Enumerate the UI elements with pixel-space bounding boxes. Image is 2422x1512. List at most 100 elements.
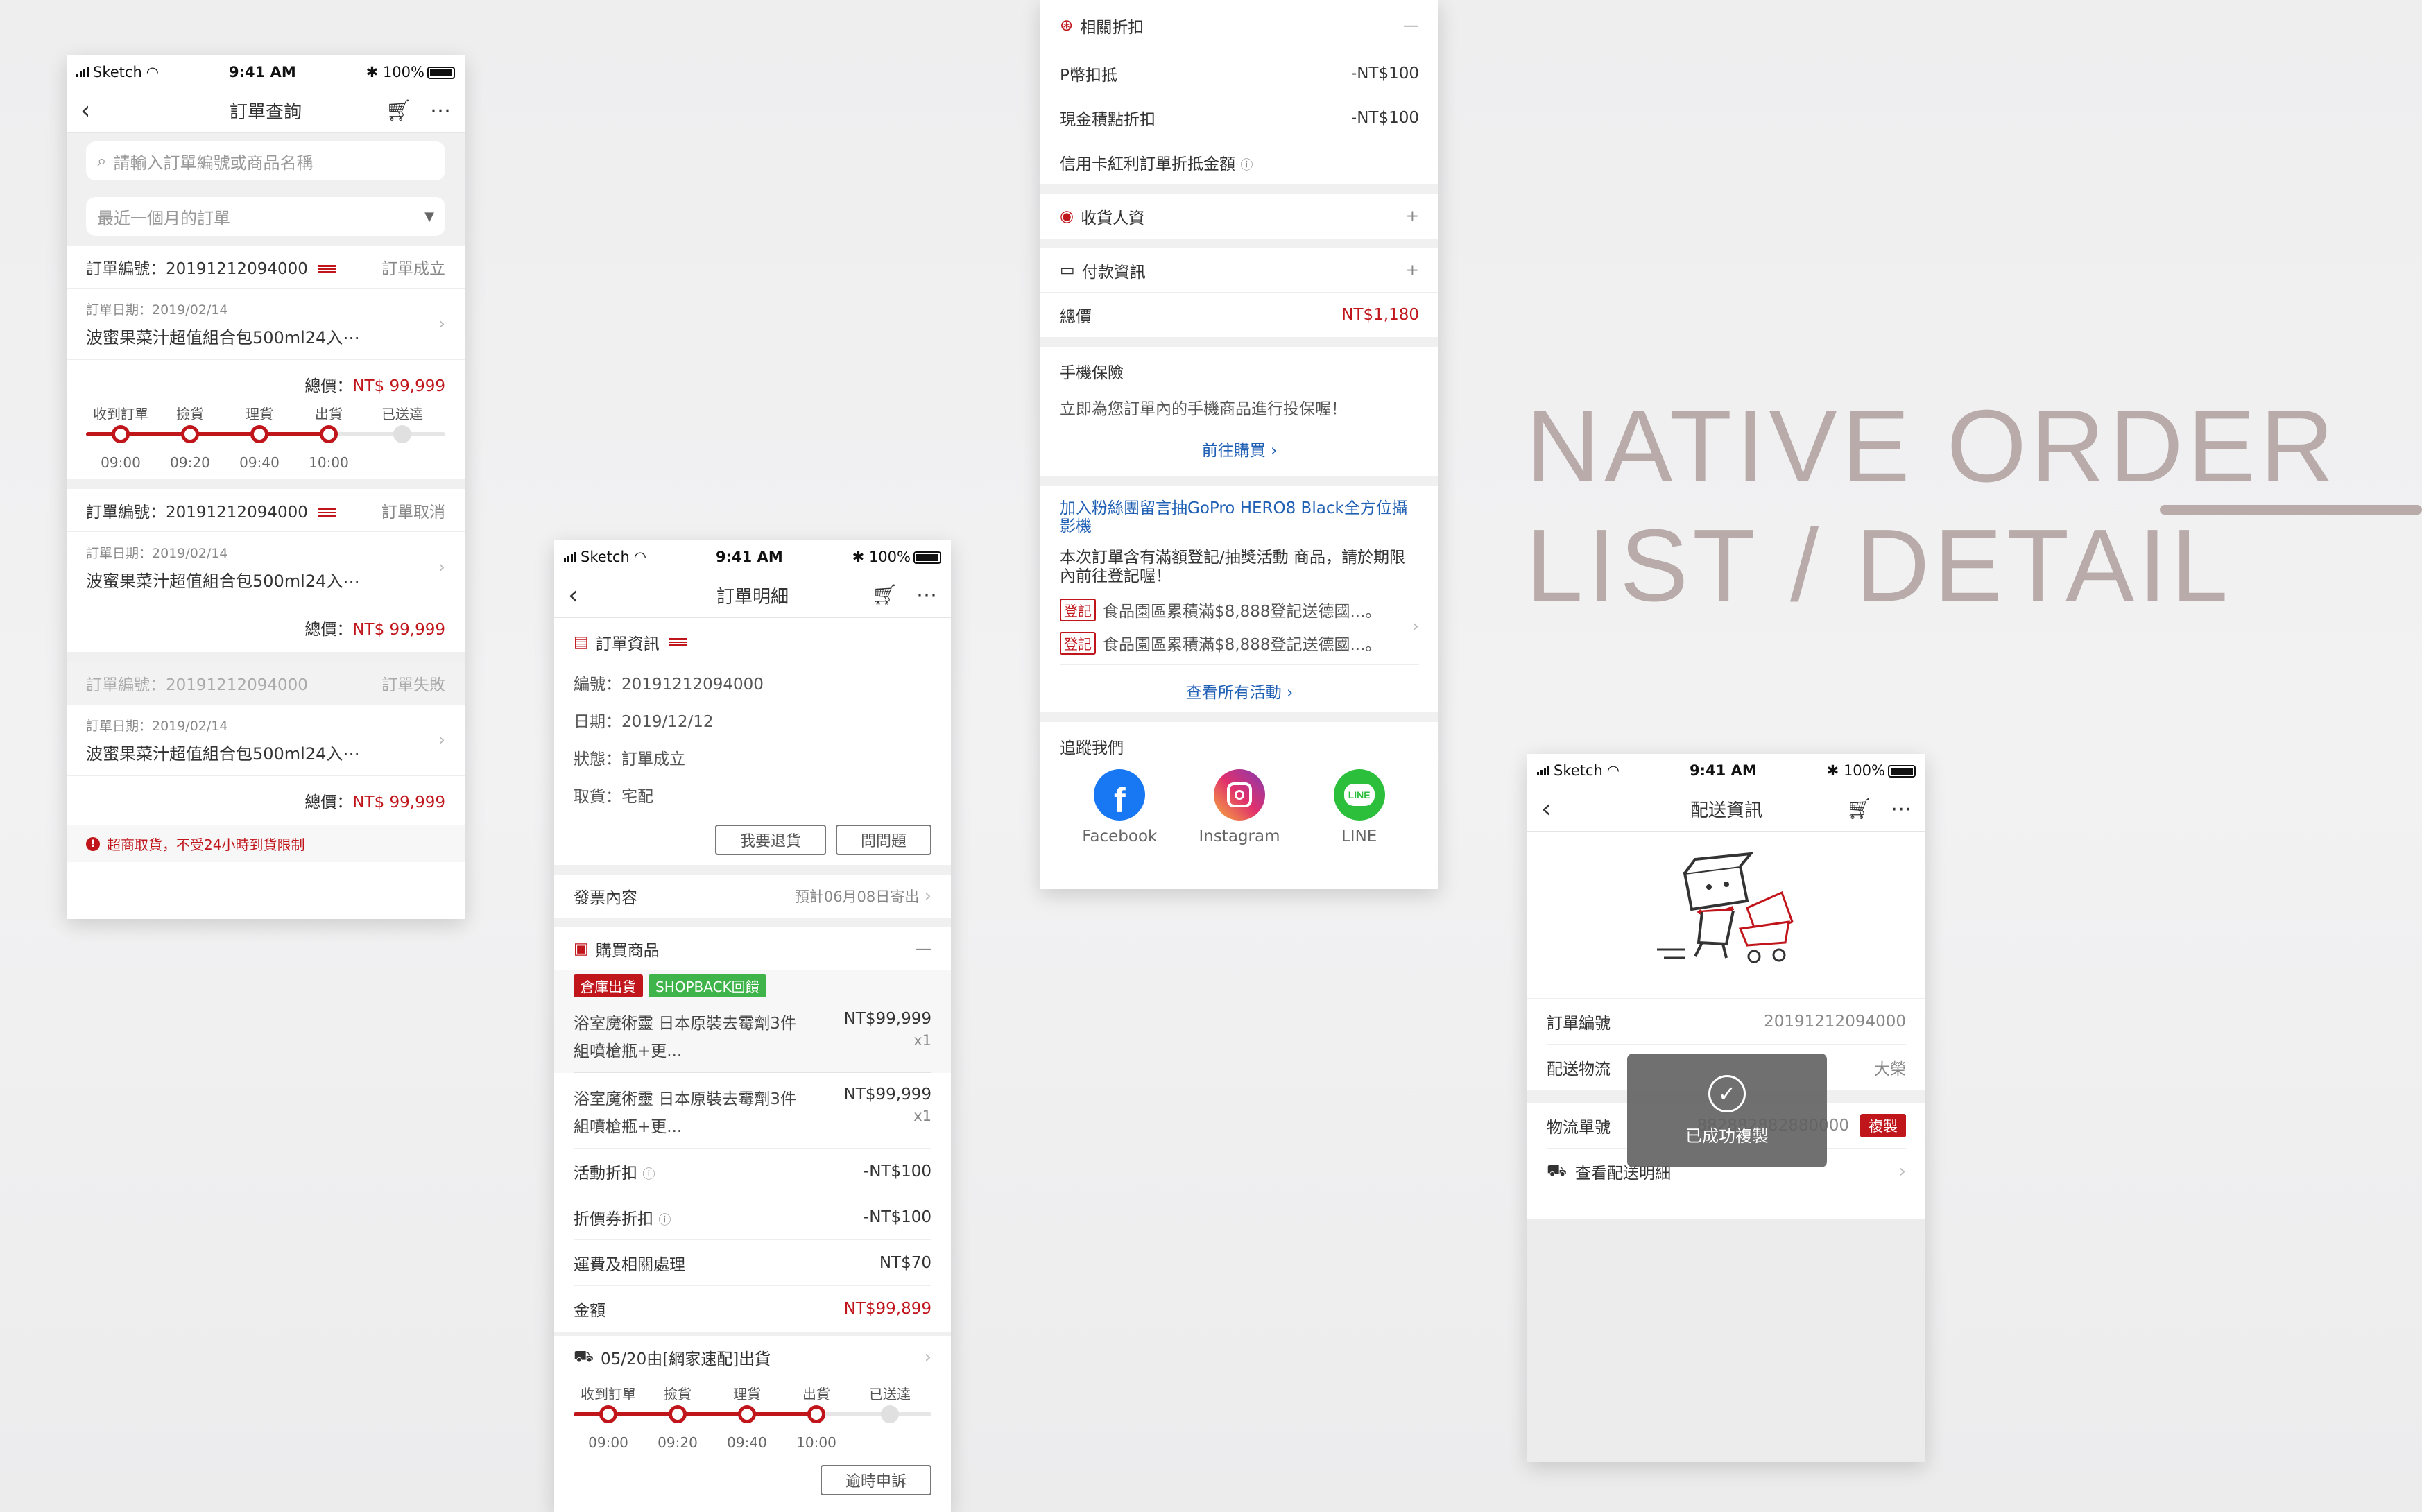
order-number: 訂單編號：20191212094000 xyxy=(86,676,308,694)
divider xyxy=(67,652,465,662)
help-icon[interactable]: ⓘ xyxy=(642,1167,655,1182)
more-icon[interactable]: ⋯ xyxy=(916,583,937,608)
cart-icon[interactable]: 🛒︎ xyxy=(386,98,412,123)
fee-row: 活動折扣 ⓘ -NT$100 xyxy=(574,1149,931,1194)
line-link[interactable]: LINE LINE xyxy=(1314,769,1405,845)
section-title: 付款資訊 xyxy=(1081,263,1146,282)
battery-icon xyxy=(913,551,941,564)
insurance-desc: 立即為您訂單內的手機商品進行投保喔！ xyxy=(1060,400,1347,418)
product-list-2: 浴室魔術靈 日本原裝去霉劑3件 組噴槍瓶+更... NT$99,999 x1 活動折… xyxy=(554,1073,951,1332)
order-status: 訂單失敗 xyxy=(381,676,445,694)
promo-title[interactable]: 加入粉絲團留言抽GoPro HERO8 Black全方位攝影機 xyxy=(1060,499,1419,536)
facebook-link[interactable]: f Facebook xyxy=(1074,769,1165,845)
hero-line-2: LIST / DETAIL xyxy=(1526,508,2233,623)
order-detail-continued-screen: ⊛ 相關折扣 — P幣扣抵 -NT$100 現金積點折扣 -NT$100 信用卡紅利訂… xyxy=(1040,0,1438,889)
total-value: NT$ 99,999 xyxy=(352,793,445,811)
collapse-icon[interactable]: — xyxy=(916,940,931,958)
period-select[interactable]: 最近一個月的訂單 ▼ xyxy=(86,197,445,236)
timeline-dot-done xyxy=(250,425,268,443)
cart-icon[interactable]: 🛒︎ xyxy=(872,583,898,608)
copy-button[interactable]: 複製 xyxy=(1860,1113,1906,1137)
toast-message: 已成功複製 xyxy=(1685,1126,1769,1146)
return-button[interactable]: 我要退貨 xyxy=(715,825,826,855)
order-card[interactable]: 訂單編號：20191212094000 訂單取消 訂單日期：2019/02/14… xyxy=(67,489,465,652)
info-label: 訂單編號 xyxy=(1547,1014,1611,1033)
shipping-icon xyxy=(317,508,336,517)
expand-icon[interactable]: + xyxy=(1406,261,1419,280)
shipping-icon xyxy=(669,638,687,646)
amount-row: 金額 NT$99,899 xyxy=(574,1286,931,1332)
discount-row: 信用卡紅利訂單折抵金額 ⓘ xyxy=(1060,140,1419,184)
timeline-dot-done xyxy=(320,425,338,443)
help-icon[interactable]: ⓘ xyxy=(1240,158,1253,173)
product-price: NT$99,999 xyxy=(843,1085,931,1103)
fee-label: 折價券折扣 xyxy=(574,1210,653,1228)
insurance-link[interactable]: 前往購買 › xyxy=(1060,419,1419,476)
promo-items[interactable]: 登記 食品園區累積滿$8,888登記送德國...。 登記 食品園區累積滿$8,888… xyxy=(1060,598,1419,655)
receiver-header[interactable]: ◉ 收貨人資 + xyxy=(1040,194,1438,239)
help-icon[interactable]: ⓘ xyxy=(658,1213,671,1228)
late-complaint-button[interactable]: 逾時申訴 xyxy=(821,1465,931,1495)
order-card[interactable]: 訂單編號：20191212094000 訂單失敗 訂單日期：2019/02/14… xyxy=(67,662,465,825)
social-label: LINE xyxy=(1341,827,1377,846)
search-placeholder: 請輸入訂單編號或商品名稱 xyxy=(113,153,314,173)
timeline-time: 09:00 xyxy=(101,454,141,471)
product-item[interactable]: 浴室魔術靈 日本原裝去霉劑3件 組噴槍瓶+更... NT$99,999 x1 xyxy=(574,997,931,1073)
instagram-link[interactable]: Instagram xyxy=(1194,769,1285,845)
chevron-right-icon: › xyxy=(1287,684,1294,703)
collapse-icon[interactable]: — xyxy=(1403,17,1419,35)
battery-icon xyxy=(1887,765,1916,778)
tracking-label: 物流單號 xyxy=(1547,1118,1611,1137)
info-value: 大榮 xyxy=(1874,1060,1906,1079)
shopback-tag: SHOPBACK回饋 xyxy=(649,974,766,997)
search-input[interactable]: ⌕ 請輸入訂單編號或商品名稱 xyxy=(86,141,445,180)
fee-value: -NT$100 xyxy=(863,1208,931,1226)
divider xyxy=(1040,239,1438,248)
back-arrow-icon[interactable]: ‹ xyxy=(1541,795,1551,823)
status-time: 9:41 AM xyxy=(1690,762,1757,779)
invoice-row[interactable]: 發票內容 預計06月08日寄出 › xyxy=(554,875,951,918)
info-label: 配送物流 xyxy=(1547,1060,1611,1079)
order-progress-timeline: 收到訂單 撿貨 理貨 出貨 已送達 09:00 09:20 09:40 10:0… xyxy=(574,1383,931,1459)
timeline-dot-done xyxy=(738,1405,756,1423)
follow-section: 追蹤我們 f Facebook Instagram LINE LINE xyxy=(1040,722,1438,845)
carrier-label: Sketch xyxy=(581,549,630,565)
timeline-dot-done xyxy=(112,425,130,443)
timeline-step-label: 理貨 xyxy=(246,406,273,422)
timeline-step-label: 收到訂單 xyxy=(581,1386,636,1402)
nav-bar: ‹ 訂單明細 🛒︎ ⋯ xyxy=(554,574,951,618)
promo-item: 食品園區累積滿$8,888登記送德國...。 xyxy=(1103,603,1382,621)
total-value: NT$1,180 xyxy=(1341,306,1419,324)
info-row: 訂單編號 20191212094000 xyxy=(1547,999,1906,1045)
divider xyxy=(554,865,951,875)
order-card[interactable]: 訂單編號：20191212094000 訂單成立 訂單日期：2019/02/14… xyxy=(67,246,465,479)
products-header[interactable]: ▣ 購買商品 — xyxy=(554,927,951,970)
battery-label: 100% xyxy=(1843,762,1885,779)
order-info-line: 取貨：宅配 xyxy=(574,788,653,806)
cart-icon[interactable]: 🛒︎ xyxy=(1846,797,1873,821)
pickup-notice: ! 超商取貨，不受24小時到貨限制 xyxy=(67,825,465,862)
wifi-icon: ◠ xyxy=(146,64,160,80)
fee-label: 活動折扣 xyxy=(574,1164,637,1183)
more-icon[interactable]: ⋯ xyxy=(1891,797,1912,821)
section-title: 購買商品 xyxy=(595,942,660,960)
register-tag: 登記 xyxy=(1060,598,1096,621)
more-icon[interactable]: ⋯ xyxy=(430,98,451,123)
ask-question-button[interactable]: 問問題 xyxy=(836,825,931,855)
shipment-row[interactable]: ⛟ 05/20由[網家速配]出貨 › xyxy=(554,1336,951,1379)
expand-icon[interactable]: + xyxy=(1406,207,1419,225)
discount-header[interactable]: ⊛ 相關折扣 — xyxy=(1040,0,1438,51)
insurance-section: 手機保險 立即為您訂單內的手機商品進行投保喔！ 前往購買 › xyxy=(1040,347,1438,476)
all-activities-link[interactable]: 查看所有活動 › xyxy=(1060,664,1419,712)
product-item[interactable]: 浴室魔術靈 日本原裝去霉劑3件 組噴槍瓶+更... NT$99,999 x1 xyxy=(574,1073,931,1149)
order-info-line: 狀態：訂單成立 xyxy=(574,750,685,768)
total-value: NT$ 99,999 xyxy=(352,621,445,639)
product-name: 浴室魔術靈 日本原裝去霉劑3件 xyxy=(574,1090,796,1108)
back-arrow-icon[interactable]: ‹ xyxy=(568,581,578,610)
back-arrow-icon[interactable]: ‹ xyxy=(80,96,90,125)
discount-value: -NT$100 xyxy=(1350,65,1419,83)
order-date: 訂單日期：2019/02/14 xyxy=(86,302,228,318)
alert-icon: ! xyxy=(86,836,100,851)
payment-header[interactable]: ▭ 付款資訊 + xyxy=(1040,248,1438,293)
timeline-time: 09:00 xyxy=(588,1434,628,1451)
